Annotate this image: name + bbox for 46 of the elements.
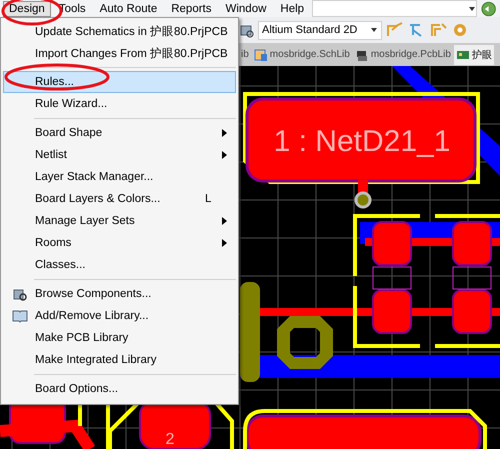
menu-entry[interactable]: Board Options... xyxy=(3,378,236,400)
document-tab[interactable]: mosbridge.SchLib xyxy=(252,44,352,64)
via xyxy=(354,192,372,208)
menu-entry[interactable]: Update Schematics in 护眼80.PrjPCB xyxy=(3,20,236,42)
component-body xyxy=(452,266,492,290)
menu-entry[interactable]: Rule Wizard... xyxy=(3,93,236,115)
go-back-button[interactable] xyxy=(480,0,496,16)
pad-number: 2 xyxy=(166,431,174,448)
shortcut-key: L xyxy=(205,193,235,205)
menu-entry[interactable]: Netlist xyxy=(3,144,236,166)
copper-pad xyxy=(452,221,492,266)
book-icon xyxy=(12,308,28,324)
silkscreen-mark xyxy=(277,316,333,369)
menu-entry[interactable]: Classes... xyxy=(3,254,236,276)
menu-entry[interactable]: Browse Components... xyxy=(3,283,236,305)
document-tab[interactable]: ib xyxy=(239,44,251,64)
pad-label: 1 : NetD21_1 xyxy=(274,125,450,158)
copper-pad xyxy=(372,221,412,266)
multi-route-icon[interactable] xyxy=(430,22,448,38)
menu-entry[interactable]: Board Shape xyxy=(3,122,236,144)
dropdown-caret-icon xyxy=(370,26,378,34)
document-tab[interactable]: 护眼 xyxy=(454,44,494,64)
view-mode-select[interactable]: Altium Standard 2D xyxy=(258,20,382,40)
command-combo-field[interactable] xyxy=(312,0,477,17)
schematic-library-icon xyxy=(254,48,268,62)
via-icon[interactable] xyxy=(452,22,468,38)
document-tab[interactable]: mosbridge.PcbLib xyxy=(352,44,453,64)
copper-pad xyxy=(452,289,492,334)
menu-entry[interactable]: Import Changes From 护眼80.PrjPCB xyxy=(3,42,236,64)
copper-pad xyxy=(372,289,412,334)
menu-entry[interactable]: Add/Remove Library... xyxy=(3,305,236,327)
menu-entry[interactable]: Board Layers & Colors... L xyxy=(3,188,236,210)
menu-item[interactable]: Reports xyxy=(165,0,218,16)
dropdown-caret-icon xyxy=(468,4,476,12)
menu-entry[interactable]: Rooms xyxy=(3,232,236,254)
menu-entry[interactable]: Make Integrated Library xyxy=(3,349,236,371)
menu-entry[interactable]: Manage Layer Sets xyxy=(3,210,236,232)
menu-item[interactable]: Window xyxy=(220,0,272,16)
route-tool-icon[interactable] xyxy=(386,22,404,38)
menu-item[interactable]: Help xyxy=(274,0,310,16)
menu-entry[interactable]: Rules... xyxy=(3,71,236,93)
menu-item[interactable]: Design xyxy=(3,0,51,16)
menu-item[interactable]: Auto Route xyxy=(94,0,164,16)
menu-entry[interactable]: Make PCB Library xyxy=(3,327,236,349)
component-body xyxy=(372,266,412,290)
menu-entry[interactable]: Layer Stack Manager... xyxy=(3,166,236,188)
